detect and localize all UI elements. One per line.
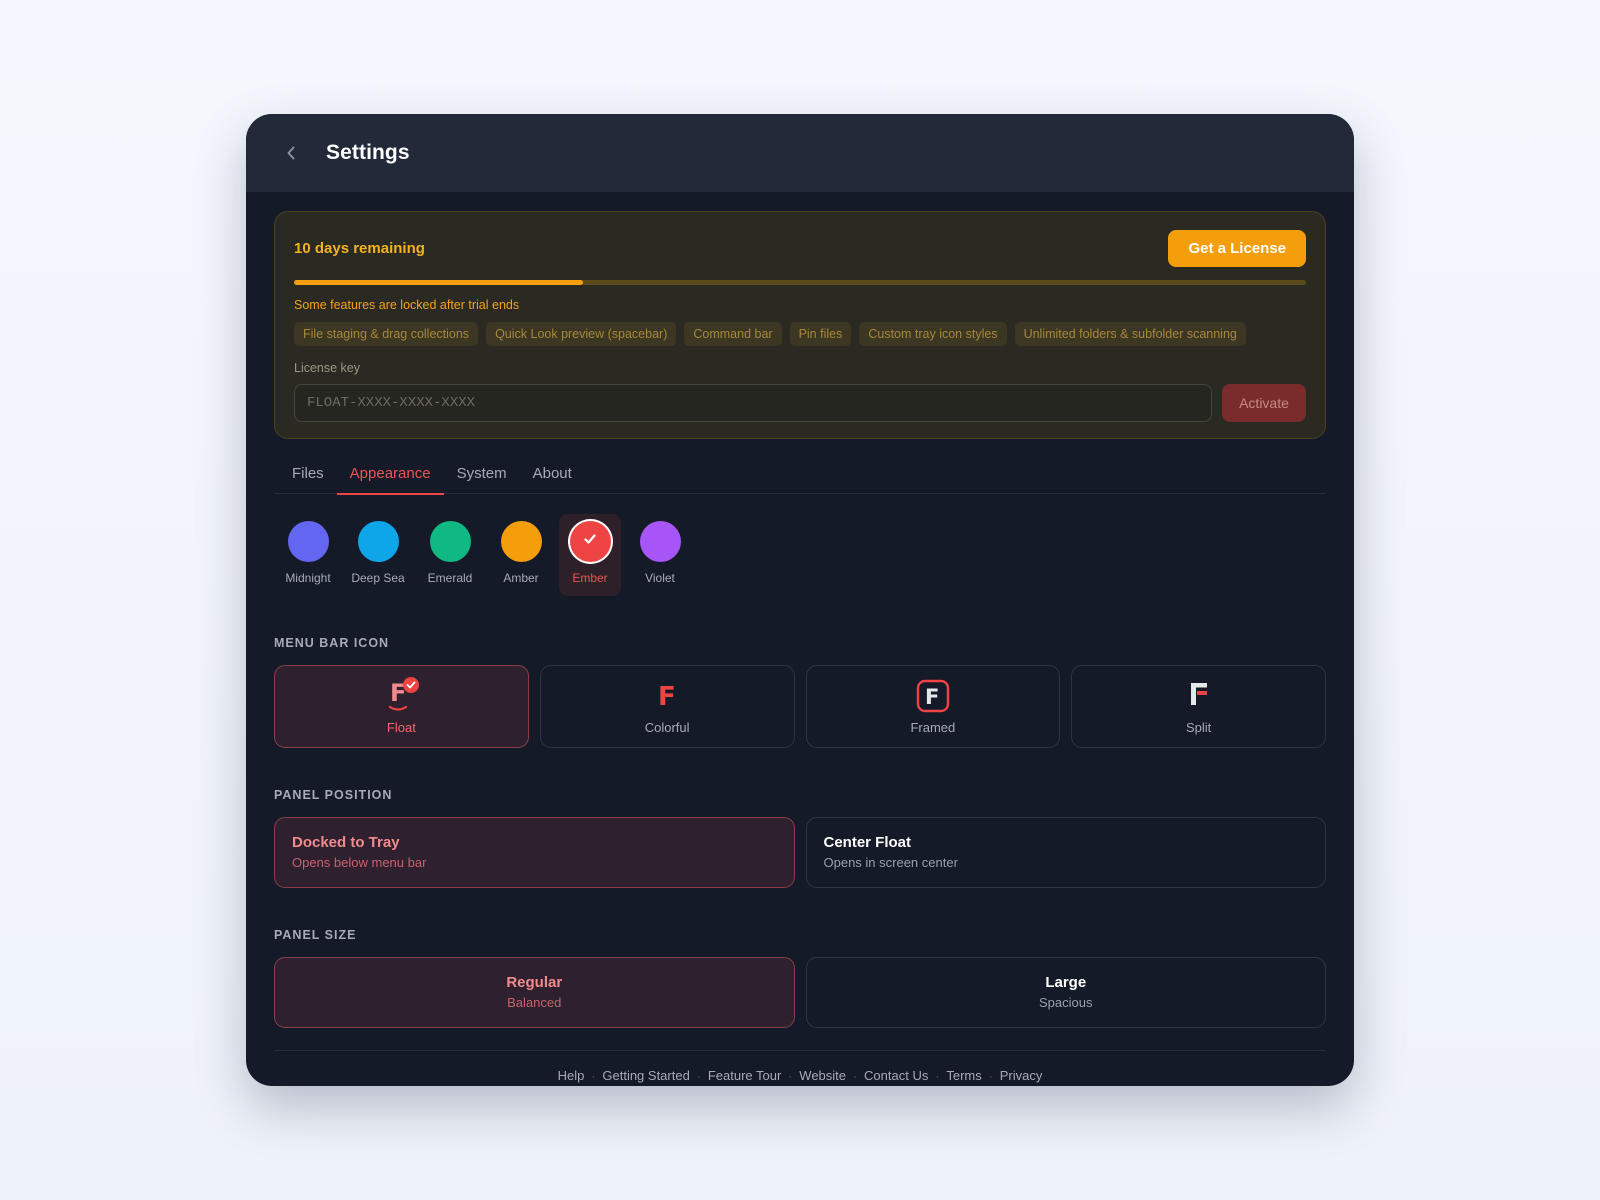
theme-label: Midnight	[285, 571, 331, 585]
theme-deep-sea[interactable]: Deep Sea	[347, 514, 409, 596]
option-subtitle: Opens in screen center	[823, 855, 958, 870]
icon-option-label: Float	[386, 720, 416, 735]
theme-label: Ember	[572, 571, 608, 585]
option-title: Docked to Tray	[292, 834, 400, 851]
locked-feature-chip: Unlimited folders & subfolder scanning	[1014, 322, 1246, 346]
position-option-docked[interactable]: Docked to Tray Opens below menu bar	[274, 817, 795, 888]
footer-separator: ·	[788, 1068, 793, 1083]
locked-features-list: File staging & drag collections Quick Lo…	[294, 322, 1306, 346]
theme-swatch	[287, 521, 329, 562]
footer-link-website[interactable]: Website	[799, 1068, 846, 1083]
icon-option-label: Split	[1185, 720, 1212, 735]
locked-feature-chip: File staging & drag collections	[294, 322, 479, 346]
size-option-large[interactable]: Large Spacious	[805, 957, 1326, 1028]
footer-link-feature-tour[interactable]: Feature Tour	[708, 1068, 781, 1083]
split-f-icon	[1179, 677, 1219, 715]
checkmark-icon	[582, 531, 598, 552]
tab-about[interactable]: About	[520, 459, 585, 494]
settings-content: 10 days remaining Get a License Some fea…	[246, 192, 1354, 1086]
theme-label: Violet	[645, 571, 675, 585]
theme-midnight[interactable]: Midnight	[277, 514, 339, 596]
option-subtitle: Spacious	[1039, 995, 1093, 1010]
tab-system[interactable]: System	[444, 459, 520, 494]
position-option-center[interactable]: Center Float Opens in screen center	[805, 817, 1326, 888]
theme-swatch	[500, 521, 542, 562]
colorful-f-icon: F	[647, 677, 687, 715]
footer-separator: ·	[591, 1068, 596, 1083]
icon-option-framed[interactable]: F Framed	[805, 665, 1061, 748]
locked-feature-chip: Custom tray icon styles	[859, 322, 1007, 346]
panel-size-options: Regular Balanced Large Spacious	[274, 957, 1326, 1028]
theme-swatch	[639, 521, 681, 562]
icon-option-label: Framed	[910, 720, 956, 735]
icon-option-float[interactable]: F Float	[274, 665, 529, 748]
panel-size-section-title: PANEL SIZE	[274, 928, 357, 942]
option-title: Regular	[506, 974, 563, 991]
get-license-button[interactable]: Get a License	[1168, 229, 1306, 267]
theme-emerald[interactable]: Emerald	[417, 514, 483, 596]
theme-swatch	[357, 521, 399, 562]
panel-position-options: Docked to Tray Opens below menu bar Cent…	[274, 817, 1326, 888]
locked-feature-chip: Pin files	[789, 322, 852, 346]
option-subtitle: Opens below menu bar	[292, 855, 427, 870]
settings-window: Settings 10 days remaining Get a License…	[246, 114, 1354, 1086]
footer-link-getting-started[interactable]: Getting Started	[602, 1068, 689, 1083]
locked-feature-chip: Quick Look preview (spacebar)	[486, 322, 677, 346]
trial-banner: 10 days remaining Get a License Some fea…	[274, 211, 1326, 439]
theme-violet[interactable]: Violet	[629, 514, 691, 596]
float-f-icon: F	[381, 677, 421, 715]
theme-picker: Midnight Deep Sea Emerald Amber Ember Vi…	[274, 514, 1326, 596]
icon-option-label: Colorful	[644, 720, 690, 735]
license-key-label: License key	[294, 361, 361, 375]
framed-f-icon: F	[913, 677, 953, 715]
tab-appearance[interactable]: Appearance	[336, 459, 444, 495]
license-key-input[interactable]	[294, 384, 1212, 422]
theme-swatch	[429, 521, 471, 562]
trial-days-remaining: 10 days remaining	[294, 239, 425, 257]
footer-separator: ·	[696, 1068, 701, 1083]
icon-option-colorful[interactable]: F Colorful	[539, 665, 795, 748]
icon-option-split[interactable]: Split	[1071, 665, 1326, 748]
footer-separator: ·	[853, 1068, 858, 1083]
footer-separator: ·	[988, 1068, 993, 1083]
footer-link-terms[interactable]: Terms	[946, 1068, 981, 1083]
footer-link-privacy[interactable]: Privacy	[1000, 1068, 1043, 1083]
footer-links: Help · Getting Started · Feature Tour · …	[274, 1050, 1326, 1086]
locked-feature-chip: Command bar	[684, 322, 782, 346]
page-title: Settings	[326, 141, 410, 164]
theme-amber[interactable]: Amber	[491, 514, 551, 596]
menu-bar-icon-options: F Float F Colorful F Framed Split	[274, 665, 1326, 748]
option-title: Large	[1045, 974, 1087, 991]
tab-files[interactable]: Files	[279, 459, 337, 494]
title-bar: Settings	[246, 114, 1354, 192]
chevron-left-icon[interactable]	[286, 144, 300, 162]
trial-progress-bar	[294, 280, 1306, 285]
menu-bar-icon-section-title: MENU BAR ICON	[274, 636, 390, 650]
footer-link-help[interactable]: Help	[558, 1068, 585, 1083]
footer-separator: ·	[935, 1068, 940, 1083]
locked-features-note: Some features are locked after trial end…	[294, 298, 520, 312]
panel-position-section-title: PANEL POSITION	[274, 788, 393, 802]
option-subtitle: Balanced	[507, 995, 562, 1010]
svg-text:F: F	[925, 685, 939, 709]
theme-swatch	[569, 521, 611, 562]
option-title: Center Float	[823, 834, 912, 851]
activate-button[interactable]: Activate	[1222, 384, 1306, 422]
settings-tabs: Files Appearance System About	[274, 459, 1326, 495]
theme-label: Emerald	[427, 571, 473, 585]
theme-label: Deep Sea	[351, 571, 405, 585]
theme-ember[interactable]: Ember	[559, 514, 621, 596]
svg-text:F: F	[658, 682, 676, 712]
trial-progress-fill	[294, 280, 584, 285]
size-option-regular[interactable]: Regular Balanced	[274, 957, 795, 1028]
theme-label: Amber	[503, 571, 539, 585]
footer-link-contact-us[interactable]: Contact Us	[864, 1068, 928, 1083]
